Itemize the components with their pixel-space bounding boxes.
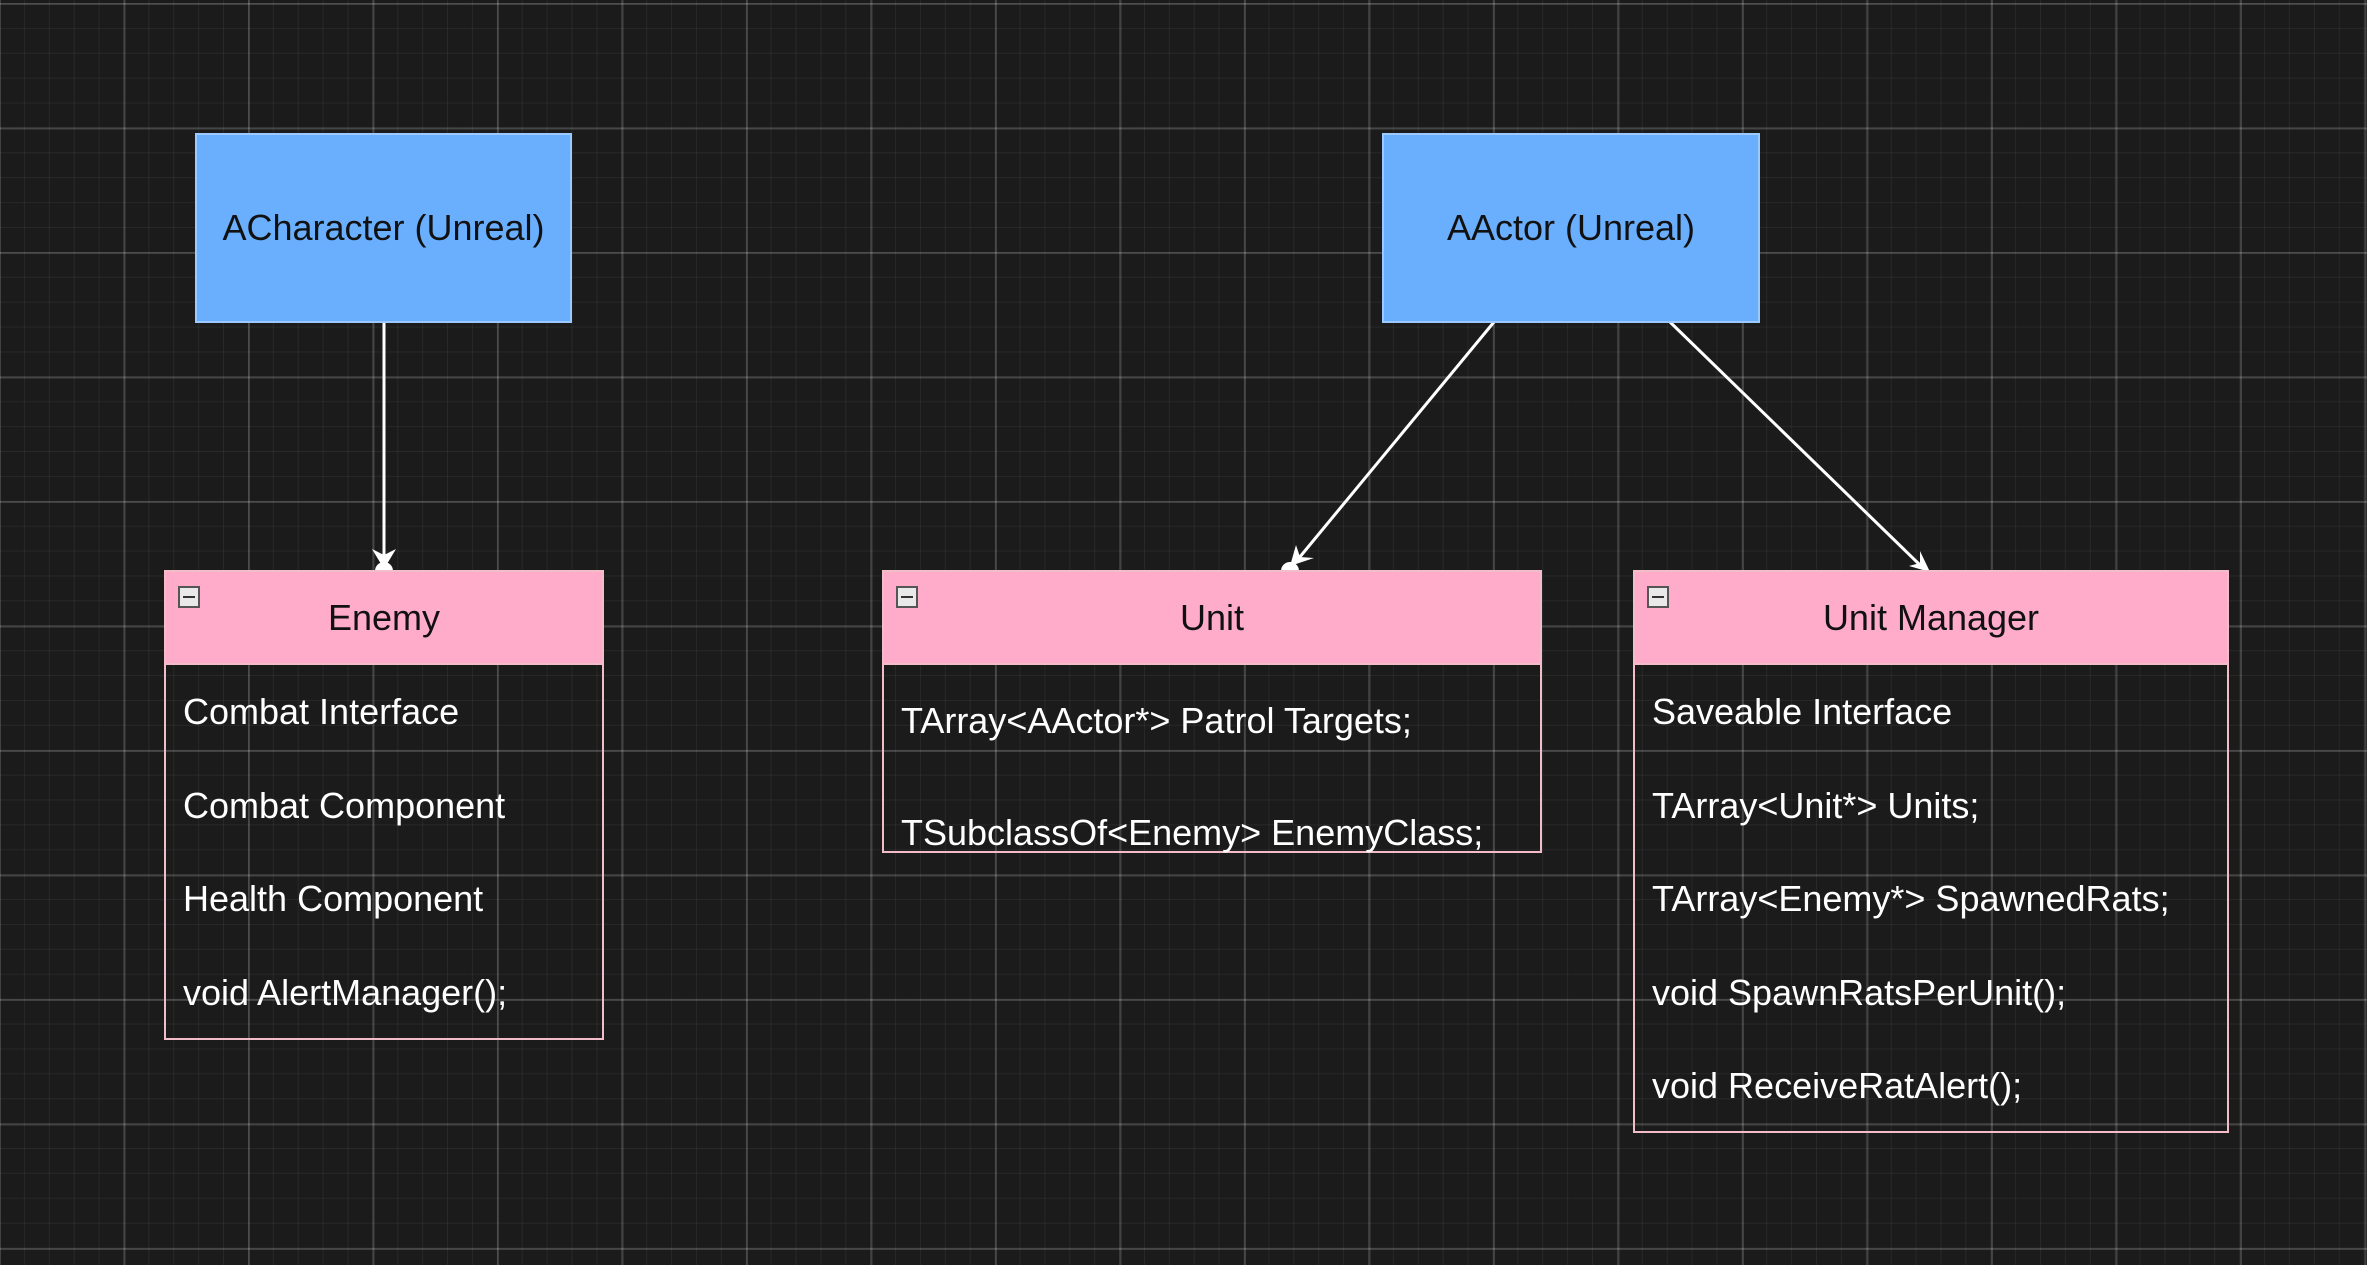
class-member[interactable]: TArray<Unit*> Units;: [1635, 759, 2227, 853]
class-member[interactable]: void AlertManager();: [166, 946, 602, 1040]
enemy-class-title: Enemy: [327, 596, 441, 638]
class-member[interactable]: void SpawnRatsPerUnit();: [1635, 946, 2227, 1040]
class-member[interactable]: Combat Interface: [166, 665, 602, 759]
collapse-icon[interactable]: [178, 586, 200, 608]
class-member[interactable]: TArray<Enemy*> SpawnedRats;: [1635, 852, 2227, 946]
acharacter-node[interactable]: ACharacter (Unreal): [195, 133, 572, 323]
unit-manager-class-title: Unit Manager: [1822, 596, 2040, 638]
edge-aactor-unit[interactable]: [1297, 321, 1496, 559]
unit-manager-class-header[interactable]: Unit Manager: [1635, 572, 2227, 665]
collapse-icon[interactable]: [896, 586, 918, 608]
class-member[interactable]: TSubclassOf<Enemy> EnemyClass;: [884, 777, 1540, 889]
unit-class[interactable]: Unit TArray<AActor*> Patrol Targets; TSu…: [882, 570, 1542, 853]
class-member[interactable]: Saveable Interface: [1635, 665, 2227, 759]
unit-class-header[interactable]: Unit: [884, 572, 1540, 665]
edge-aactor-unit-manager[interactable]: [1668, 320, 1922, 567]
unit-class-title: Unit: [1179, 596, 1245, 638]
diagram-canvas: ACharacter (Unreal) AActor (Unreal) Enem…: [0, 0, 2367, 1265]
arrowhead: [1909, 551, 1930, 572]
class-member[interactable]: TArray<AActor*> Patrol Targets;: [884, 665, 1540, 777]
class-member[interactable]: Combat Component: [166, 759, 602, 853]
class-member[interactable]: void ReceiveRatAlert();: [1635, 1039, 2227, 1133]
unit-manager-class[interactable]: Unit Manager Saveable Interface TArray<U…: [1633, 570, 2229, 1133]
acharacter-node-label: ACharacter (Unreal): [222, 207, 545, 248]
aactor-node-label: AActor (Unreal): [1446, 207, 1696, 248]
enemy-class-header[interactable]: Enemy: [166, 572, 602, 665]
class-member[interactable]: Health Component: [166, 852, 602, 946]
enemy-class[interactable]: Enemy Combat Interface Combat Component …: [164, 570, 604, 1040]
aactor-node[interactable]: AActor (Unreal): [1382, 133, 1760, 323]
collapse-icon[interactable]: [1647, 586, 1669, 608]
